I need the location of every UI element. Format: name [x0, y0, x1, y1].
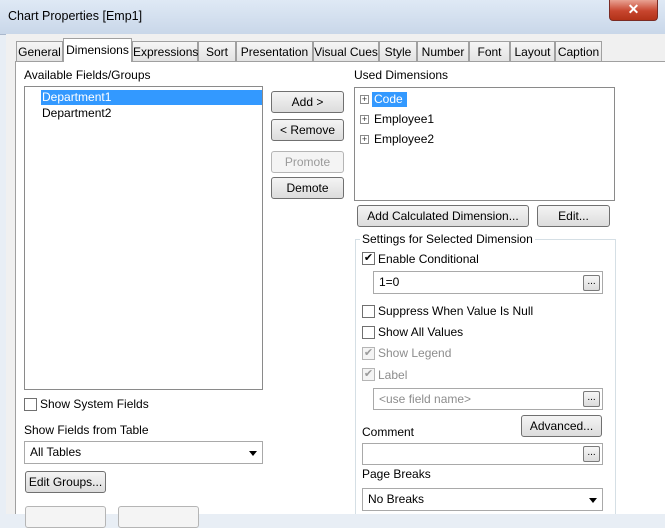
list-item[interactable]: Employee1	[374, 112, 434, 127]
expand-icon[interactable]: +	[360, 115, 369, 124]
comment-label: Comment	[362, 425, 415, 439]
label-option-label: Label	[378, 368, 408, 382]
used-dimensions-label: Used Dimensions	[354, 68, 449, 82]
enable-conditional-checkbox[interactable]: ✔	[362, 252, 375, 265]
tab-visual-cues[interactable]: Visual Cues	[313, 41, 379, 61]
partial-button[interactable]	[25, 506, 106, 528]
settings-title: Settings for Selected Dimension	[360, 232, 535, 246]
tab-general[interactable]: General	[16, 41, 63, 61]
edit-groups-button[interactable]: Edit Groups...	[25, 471, 106, 493]
used-dimensions-list[interactable]: + Code + Employee1 + Employee2	[354, 87, 615, 201]
list-item[interactable]: Department2	[41, 106, 111, 121]
condition-edit-button[interactable]: ...	[583, 275, 600, 291]
tab-layout[interactable]: Layout	[510, 41, 555, 61]
tab-dimensions[interactable]: Dimensions	[63, 38, 132, 62]
available-fields-list[interactable]: Department1 Department2	[24, 86, 263, 390]
tab-font[interactable]: Font	[469, 41, 510, 61]
expand-icon[interactable]: +	[360, 95, 369, 104]
chevron-down-icon	[249, 451, 257, 456]
promote-button[interactable]: Promote	[271, 151, 344, 173]
list-item[interactable]: Department1	[41, 90, 262, 105]
show-system-fields-label: Show System Fields	[40, 397, 149, 411]
tab-expressions[interactable]: Expressions	[132, 41, 198, 61]
edit-button[interactable]: Edit...	[537, 205, 610, 227]
comment-input[interactable]	[362, 443, 603, 465]
close-icon: ✕	[627, 1, 640, 17]
show-legend-checkbox[interactable]: ✔	[362, 347, 375, 360]
tab-number[interactable]: Number	[417, 41, 469, 61]
page-breaks-select[interactable]: No Breaks	[362, 488, 603, 511]
list-item[interactable]: Code	[372, 92, 407, 107]
label-input[interactable]: <use field name>	[373, 388, 603, 410]
expand-icon[interactable]: +	[360, 135, 369, 144]
remove-button[interactable]: < Remove	[271, 119, 344, 141]
condition-input[interactable]: 1=0	[373, 271, 603, 294]
tab-caption[interactable]: Caption	[555, 41, 602, 61]
advanced-button[interactable]: Advanced...	[521, 415, 602, 437]
label-edit-button[interactable]: ...	[583, 391, 600, 407]
table-select[interactable]: All Tables	[24, 441, 263, 464]
label-checkbox[interactable]: ✔	[362, 368, 375, 381]
chevron-down-icon	[589, 498, 597, 503]
enable-conditional-label: Enable Conditional	[378, 252, 479, 266]
tab-style[interactable]: Style	[379, 41, 417, 61]
window-title: Chart Properties [Emp1]	[8, 9, 143, 23]
available-fields-label: Available Fields/Groups	[24, 68, 151, 82]
show-legend-label: Show Legend	[378, 346, 452, 360]
partial-button[interactable]	[118, 506, 199, 528]
page-breaks-label: Page Breaks	[362, 467, 431, 481]
comment-edit-button[interactable]: ...	[583, 446, 600, 462]
add-calculated-dimension-button[interactable]: Add Calculated Dimension...	[357, 205, 529, 227]
tab-presentation[interactable]: Presentation	[236, 41, 313, 61]
list-item[interactable]: Employee2	[374, 132, 434, 147]
show-all-values-checkbox[interactable]	[362, 326, 375, 339]
show-fields-from-label: Show Fields from Table	[24, 423, 149, 437]
show-all-values-label: Show All Values	[378, 325, 464, 339]
show-system-fields-checkbox[interactable]	[24, 398, 37, 411]
suppress-null-checkbox[interactable]	[362, 305, 375, 318]
demote-button[interactable]: Demote	[271, 177, 344, 199]
tab-sort[interactable]: Sort	[198, 41, 236, 61]
page-breaks-value: No Breaks	[368, 492, 425, 506]
table-select-value: All Tables	[30, 445, 82, 459]
suppress-null-label: Suppress When Value Is Null	[378, 304, 534, 318]
close-button[interactable]: ✕	[609, 0, 658, 21]
add-button[interactable]: Add >	[271, 91, 344, 113]
